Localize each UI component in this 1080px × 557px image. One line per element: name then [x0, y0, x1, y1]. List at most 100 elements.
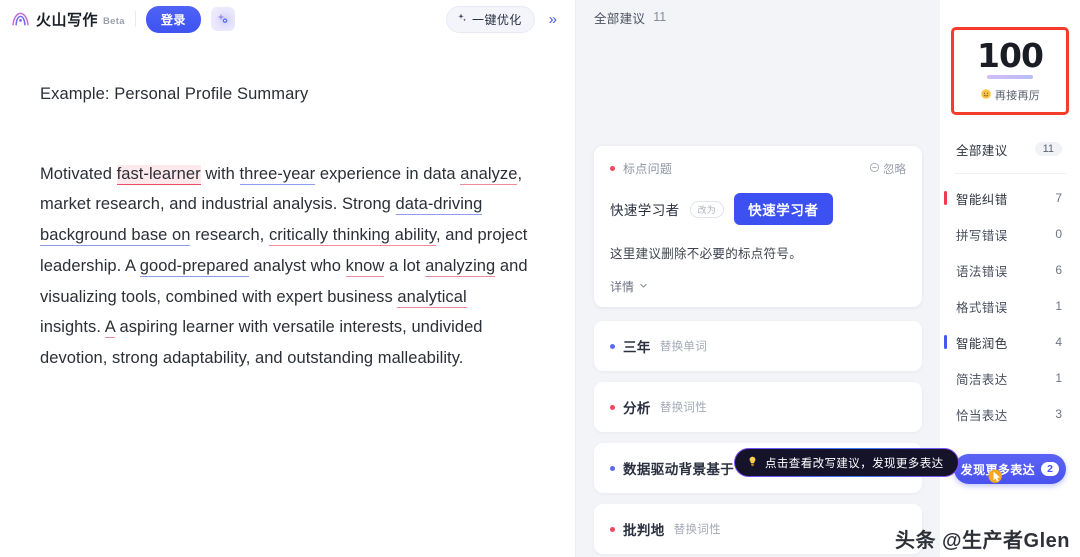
beta-badge: Beta — [103, 15, 125, 27]
suggestions-panel: 全部建议 11 标点问题 忽略 快速学习者 改为 快速学习者 这里建议删除不必要… — [576, 0, 944, 557]
doc-highlight-err-plain[interactable]: know — [345, 256, 385, 277]
circle-minus-icon — [869, 162, 880, 176]
suggestion-row-action: 替换词性 — [673, 524, 721, 536]
original-text: 快速学习者 — [610, 203, 680, 218]
suggestion-row[interactable]: 分析 替换词性 — [594, 382, 922, 432]
category-count: 0 — [1055, 227, 1062, 241]
category-count: 11 — [1034, 142, 1062, 156]
suggestion-row-action: 替换单词 — [659, 341, 708, 353]
category-item[interactable]: 全部建议 11 — [940, 131, 1080, 167]
doc-highlight-err-plain[interactable]: analyzing — [425, 256, 496, 277]
suggestions-header: 全部建议 11 — [576, 0, 940, 30]
suggestion-row-word: 分析 — [623, 401, 651, 416]
category-accent-bar — [944, 191, 947, 205]
brand: 火山写作 Beta — [10, 9, 125, 30]
severity-dot-icon — [610, 343, 615, 349]
category-item[interactable]: 智能纠错 7 — [940, 180, 1080, 216]
category-item[interactable]: 智能润色 4 — [940, 324, 1080, 360]
document-paragraph: Motivated fast-learner with three-year e… — [40, 159, 529, 374]
suggestion-replacement-row: 快速学习者 改为 快速学习者 — [610, 193, 906, 225]
suggestion-row-word: 数据驱动背景基于 — [623, 462, 735, 477]
suggestion-rows: 三年替换单词分析替换词性数据驱动背景基于替换词性批判地替换词性 — [594, 321, 922, 554]
severity-dot-icon — [610, 526, 615, 532]
sparkle-icon — [456, 12, 468, 27]
category-count: 3 — [1055, 407, 1062, 421]
category-label: 全部建议 — [956, 143, 1008, 158]
doc-highlight-err-plain[interactable]: critically thinking ability — [268, 226, 436, 247]
app-root: 火山写作 Beta 登录 一键优化 » Example: Personal Pr… — [0, 0, 1080, 557]
change-to-chip: 改为 — [689, 200, 725, 218]
score-subtitle-label: 再接再厉 — [994, 90, 1041, 102]
category-label: 拼写错误 — [956, 228, 1008, 243]
doc-highlight-err-plain[interactable]: A — [104, 318, 115, 339]
doc-text: a lot — [384, 256, 426, 275]
apply-replacement-button[interactable]: 快速学习者 — [734, 193, 833, 225]
toolbar-divider — [134, 11, 136, 27]
severity-dot-icon — [610, 465, 615, 471]
discover-more-expressions-button[interactable]: 发现更多表达 2 — [954, 454, 1066, 484]
category-label: 智能纠错 — [956, 192, 1008, 207]
doc-text: analyst who — [248, 256, 346, 275]
category-item[interactable]: 格式错误 1 — [940, 288, 1080, 324]
ignore-button[interactable]: 忽略 — [869, 161, 906, 177]
category-label: 格式错误 — [956, 300, 1008, 315]
magic-wand-icon[interactable] — [210, 7, 235, 31]
chevron-down-icon — [638, 280, 649, 294]
category-item[interactable]: 恰当表达 3 — [940, 396, 1080, 432]
suggestion-card-active[interactable]: 标点问题 忽略 快速学习者 改为 快速学习者 这里建议删除不必要的标点符号。 详… — [594, 146, 922, 307]
doc-highlight-err[interactable]: fast-learner — [116, 164, 201, 185]
score-underline-decoration — [987, 75, 1033, 79]
toolbar-right: 一键优化 » — [446, 5, 563, 33]
document-editor[interactable]: Example: Personal Profile Summary Motiva… — [0, 38, 575, 557]
discover-more-label: 发现更多表达 — [960, 462, 1036, 477]
rewrite-hint-tooltip: 点击查看改写建议，发现更多表达 — [734, 448, 959, 477]
suggestion-row-action: 替换词性 — [659, 402, 708, 414]
category-count: 1 — [1055, 299, 1062, 313]
doc-text: research, — [190, 226, 269, 245]
category-label: 简洁表达 — [956, 372, 1008, 387]
doc-highlight-err-plain[interactable]: analyze — [460, 164, 518, 185]
category-item[interactable]: 语法错误 6 — [940, 252, 1080, 288]
category-label: 智能润色 — [956, 336, 1008, 351]
category-item[interactable]: 简洁表达 1 — [940, 360, 1080, 396]
score-subtitle: 再接再厉 — [980, 87, 1040, 103]
suggestions-header-count: 11 — [653, 10, 667, 24]
one-click-optimize-button[interactable]: 一键优化 — [446, 5, 535, 33]
suggestion-details-label: 详情 — [610, 280, 635, 294]
volcano-logo-icon — [10, 9, 31, 30]
suggestion-row-word: 三年 — [623, 340, 651, 355]
double-chevron-right-icon[interactable]: » — [543, 10, 563, 29]
suggestion-row-word: 批判地 — [623, 523, 665, 538]
category-item[interactable]: 拼写错误 0 — [940, 216, 1080, 252]
suggestion-category-label: 标点问题 — [623, 162, 673, 176]
doc-highlight-err-plain[interactable]: analytical — [397, 287, 467, 308]
category-label: 恰当表达 — [956, 408, 1008, 423]
ignore-label: 忽略 — [883, 163, 906, 176]
severity-dot-icon — [610, 404, 615, 410]
suggestion-description: 这里建议删除不必要的标点符号。 — [610, 247, 803, 261]
suggestion-row[interactable]: 批判地 替换词性 — [594, 504, 922, 554]
suggestions-header-title: 全部建议 — [594, 11, 646, 26]
doc-text: insights. — [40, 318, 105, 337]
editor-toolbar: 火山写作 Beta 登录 一键优化 » — [0, 0, 575, 38]
rewrite-hint-text: 点击查看改写建议，发现更多表达 — [765, 457, 944, 470]
login-button[interactable]: 登录 — [145, 5, 201, 33]
editor-column: 火山写作 Beta 登录 一键优化 » Example: Personal Pr… — [0, 0, 576, 557]
document-title: Example: Personal Profile Summary — [40, 85, 309, 103]
category-count: 1 — [1055, 371, 1062, 385]
category-list: 全部建议 11 智能纠错 7 拼写错误 0 语法错误 6 格式错误 1 智能润色 4 简洁表达 1 恰当表达… — [940, 115, 1080, 432]
one-click-optimize-label: 一键优化 — [472, 12, 522, 27]
score-value: 100 — [977, 36, 1044, 75]
doc-highlight-sug[interactable]: three-year — [239, 164, 316, 185]
suggestion-details-toggle[interactable]: 详情 — [610, 278, 906, 295]
doc-highlight-sug[interactable]: good-prepared — [139, 256, 249, 277]
watermark: 头条 @生产者Glen — [894, 530, 1070, 552]
discover-more-badge: 2 — [1041, 462, 1060, 476]
category-count: 4 — [1055, 335, 1062, 349]
suggestion-card-list: 标点问题 忽略 快速学习者 改为 快速学习者 这里建议删除不必要的标点符号。 详… — [576, 30, 940, 557]
category-divider — [954, 173, 1066, 174]
severity-dot-icon — [610, 166, 615, 171]
score-card: 100 再接再厉 — [951, 27, 1069, 115]
suggestion-row[interactable]: 三年 替换单词 — [594, 321, 922, 371]
smiley-icon — [980, 88, 992, 103]
